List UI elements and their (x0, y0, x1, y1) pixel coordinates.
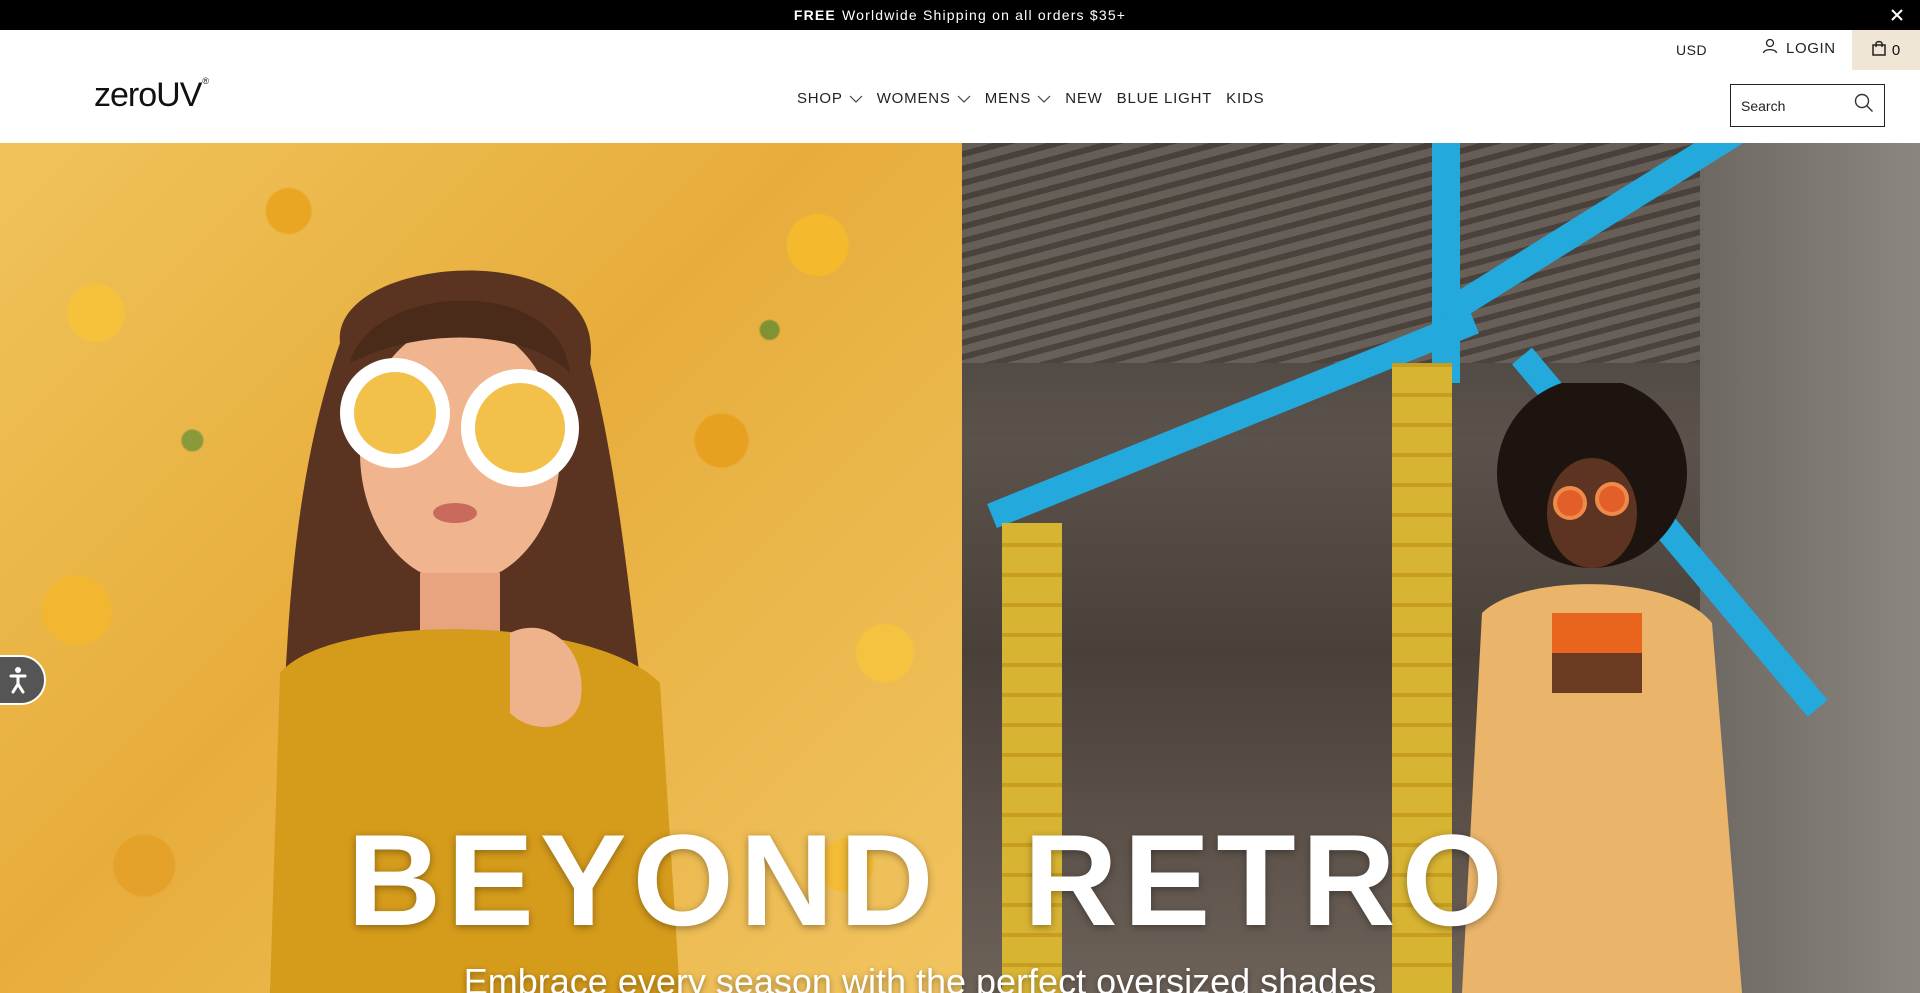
nav-item-mens[interactable]: MENS (985, 90, 1052, 107)
announcement-bold: FREE (793, 7, 836, 23)
shopping-bag-icon (1872, 40, 1886, 60)
user-icon (1762, 38, 1778, 58)
hero-title: BEYOND RETRO (347, 807, 1509, 953)
logo-mark: ® (202, 76, 209, 86)
chevron-down-icon (849, 90, 863, 107)
search-input[interactable] (1741, 97, 1851, 114)
cart-button[interactable]: 0 (1852, 30, 1920, 70)
close-icon[interactable] (1888, 6, 1906, 24)
nav-label: WOMENS (876, 90, 951, 107)
nav-item-shop[interactable]: SHOP (797, 90, 863, 107)
announcement-bar: FREE Worldwide Shipping on all orders $3… (0, 0, 1920, 30)
login-link[interactable]: LOGIN (1762, 38, 1836, 58)
hero-subtitle: Embrace every season with the perfect ov… (463, 961, 1377, 993)
nav-item-new[interactable]: NEW (1065, 90, 1102, 107)
hero-banner[interactable]: BEYOND RETRO Embrace every season with t… (0, 143, 1920, 993)
main-nav: SHOP WOMENS MENS NEW BLUE LIGHT KIDS (797, 90, 1264, 107)
logo-text: zeroUV (94, 76, 202, 114)
nav-label: KIDS (1226, 90, 1265, 107)
login-label: LOGIN (1786, 39, 1836, 57)
nav-label: NEW (1065, 90, 1103, 107)
currency-selector[interactable]: USD (1676, 42, 1707, 58)
site-logo[interactable]: zeroUV® (94, 76, 209, 115)
nav-label: BLUE LIGHT (1116, 90, 1213, 107)
site-header: USD LOGIN 0 zeroUV® SHOP WOMENS MENS NEW… (0, 30, 1920, 143)
chevron-down-icon (957, 90, 971, 107)
nav-item-blue-light[interactable]: BLUE LIGHT (1117, 90, 1213, 107)
announcement-text: Worldwide Shipping on all orders $35+ (841, 7, 1127, 23)
nav-item-womens[interactable]: WOMENS (877, 90, 971, 107)
chevron-down-icon (1037, 90, 1051, 107)
nav-label: MENS (984, 90, 1032, 107)
nav-item-kids[interactable]: KIDS (1226, 90, 1264, 107)
search-icon[interactable] (1854, 93, 1874, 118)
cart-count: 0 (1891, 41, 1901, 59)
search-box (1730, 84, 1885, 127)
nav-label: SHOP (797, 90, 843, 107)
